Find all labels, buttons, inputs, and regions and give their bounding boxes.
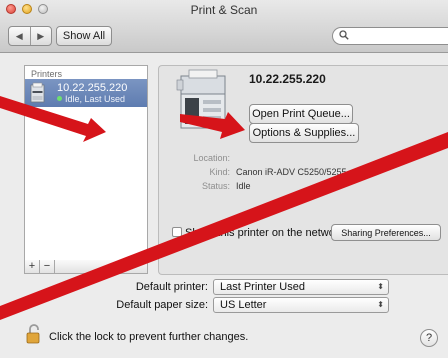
search-icon — [339, 30, 349, 40]
lock-message: Click the lock to prevent further change… — [49, 331, 249, 343]
kind-value: Canon iR-ADV C5250/5255 — [236, 167, 347, 177]
printer-item-status-text: Idle, Last Used — [65, 94, 126, 104]
search-input[interactable] — [332, 27, 448, 45]
sharing-preferences-button[interactable]: Sharing Preferences... — [331, 224, 441, 241]
default-printer-value: Last Printer Used — [220, 281, 305, 293]
printers-list: Printers 10.22.255.220 Idle, Last Used — [24, 65, 148, 261]
lock-icon[interactable] — [26, 324, 42, 344]
share-printer-checkbox[interactable] — [172, 227, 182, 237]
idle-status-dot — [57, 96, 62, 101]
status-value: Idle — [236, 181, 251, 191]
back-forward-group: ◀ ▶ — [8, 26, 52, 46]
location-label: Location: — [193, 153, 230, 163]
select-arrows-icon: ⬍ — [377, 282, 384, 291]
share-printer-label: Share this printer on the network — [185, 227, 344, 239]
show-all-button[interactable]: Show All — [56, 26, 112, 46]
printer-address: 10.22.255.220 — [249, 72, 326, 86]
printers-list-header: Printers — [31, 69, 63, 79]
titlebar: Print & Scan ◀ ▶ Show All — [0, 0, 448, 53]
default-paper-size-value: US Letter — [220, 299, 267, 311]
help-button[interactable]: ? — [420, 329, 438, 347]
printer-icon — [30, 82, 45, 103]
back-button[interactable]: ◀ — [9, 27, 30, 45]
default-printer-label: Default printer: — [135, 281, 208, 293]
select-arrows-icon: ⬍ — [377, 300, 384, 309]
remove-printer-button[interactable]: − — [40, 260, 55, 273]
window-title: Print & Scan — [190, 3, 258, 17]
printer-item-name: 10.22.255.220 — [57, 82, 128, 94]
printer-large-icon — [176, 69, 226, 129]
status-label: Status: — [201, 181, 230, 191]
default-paper-size-select[interactable]: US Letter ⬍ — [213, 297, 389, 313]
default-printer-select[interactable]: Last Printer Used ⬍ — [213, 279, 389, 295]
add-printer-button[interactable]: + — [25, 260, 40, 273]
kind-label: Kind: — [209, 167, 230, 177]
list-controls: + − — [24, 260, 148, 274]
print-scan-window: Print & Scan ◀ ▶ Show All Printers 10.22… — [0, 0, 448, 358]
options-supplies-button[interactable]: Options & Supplies... — [249, 123, 359, 143]
printer-list-item[interactable]: 10.22.255.220 Idle, Last Used — [25, 79, 147, 107]
forward-button[interactable]: ▶ — [29, 27, 52, 45]
open-print-queue-button[interactable]: Open Print Queue... — [249, 104, 353, 124]
default-paper-size-label: Default paper size: — [116, 299, 208, 311]
printer-item-status: Idle, Last Used — [57, 94, 125, 104]
